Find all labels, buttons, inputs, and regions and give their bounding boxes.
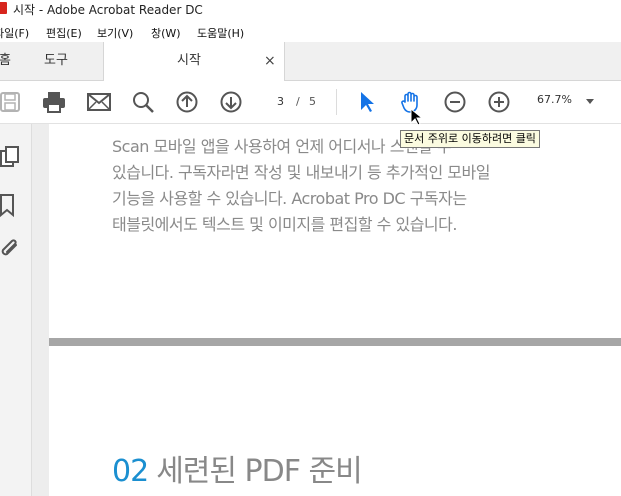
mouse-cursor-icon	[410, 107, 424, 126]
paragraph-line: 태블릿에서도 텍스트 및 이미지를 편집할 수 있습니다.	[112, 215, 457, 234]
page-separator: /	[296, 95, 300, 108]
print-icon[interactable]	[42, 90, 66, 114]
page-number-input[interactable]: 3	[260, 92, 284, 112]
zoom-select[interactable]: 67.7%	[530, 89, 602, 115]
tab-tools[interactable]: 도구	[44, 42, 68, 80]
document-page: Scan 모바일 앱을 사용하여 언제 어디서나 스캔할 수 있습니다. 구독자…	[49, 124, 621, 338]
save-icon[interactable]	[0, 90, 22, 114]
title-bar: 시작 - Adobe Acrobat Reader DC	[0, 0, 621, 18]
zoom-value: 67.7%	[537, 93, 572, 106]
tab-document-label: 시작	[177, 53, 201, 68]
tab-bar: 홈 도구 시작 ×	[0, 42, 621, 81]
zoom-in-icon[interactable]	[487, 90, 511, 114]
next-page-icon[interactable]	[219, 90, 243, 114]
section-title: 세련된 PDF 준비	[156, 454, 363, 489]
menu-file[interactable]: 파일(F)	[0, 25, 29, 41]
email-icon[interactable]	[87, 90, 111, 114]
page-separator-bar	[49, 338, 621, 346]
chevron-down-icon	[586, 99, 594, 104]
bookmark-icon[interactable]	[0, 194, 22, 218]
attachment-icon[interactable]	[0, 237, 22, 261]
menu-window[interactable]: 창(W)	[151, 25, 181, 41]
menu-view[interactable]: 보기(V)	[97, 25, 133, 41]
navigation-pane	[0, 124, 32, 496]
tab-document-start[interactable]: 시작 ×	[103, 42, 285, 81]
section-number: 02	[112, 454, 149, 489]
paragraph-line: 기능을 사용할 수 있습니다. Acrobat Pro DC 구독자는	[112, 189, 467, 208]
menu-help[interactable]: 도움말(H)	[197, 25, 244, 41]
document-page: 02 세련된 PDF 준비	[49, 346, 621, 496]
paragraph-line: 있습니다. 구독자라면 작성 및 내보내기 등 추가적인 모바일	[112, 163, 490, 182]
tab-close-icon[interactable]: ×	[264, 42, 276, 80]
hand-tool-tooltip: 문서 주위로 이동하려면 클릭	[400, 130, 540, 148]
window-title: 시작 - Adobe Acrobat Reader DC	[13, 3, 203, 17]
search-icon[interactable]	[131, 90, 155, 114]
toolbar: 3 / 5 67.7%	[0, 81, 621, 124]
toolbar-divider	[336, 89, 337, 115]
menu-edit[interactable]: 편집(E)	[46, 25, 82, 41]
acrobat-app-icon	[0, 2, 7, 14]
prev-page-icon[interactable]	[175, 90, 199, 114]
tab-home[interactable]: 홈	[0, 42, 11, 80]
page-total: 5	[309, 95, 316, 108]
document-viewport[interactable]: Scan 모바일 앱을 사용하여 언제 어디서나 스캔할 수 있습니다. 구독자…	[32, 124, 621, 496]
select-tool-icon[interactable]	[355, 90, 379, 114]
menu-bar: 파일(F) 편집(E) 보기(V) 창(W) 도움말(H)	[0, 22, 621, 42]
section-heading: 02 세련된 PDF 준비	[112, 446, 363, 490]
zoom-out-icon[interactable]	[443, 90, 467, 114]
page-thumbnails-icon[interactable]	[0, 146, 22, 170]
